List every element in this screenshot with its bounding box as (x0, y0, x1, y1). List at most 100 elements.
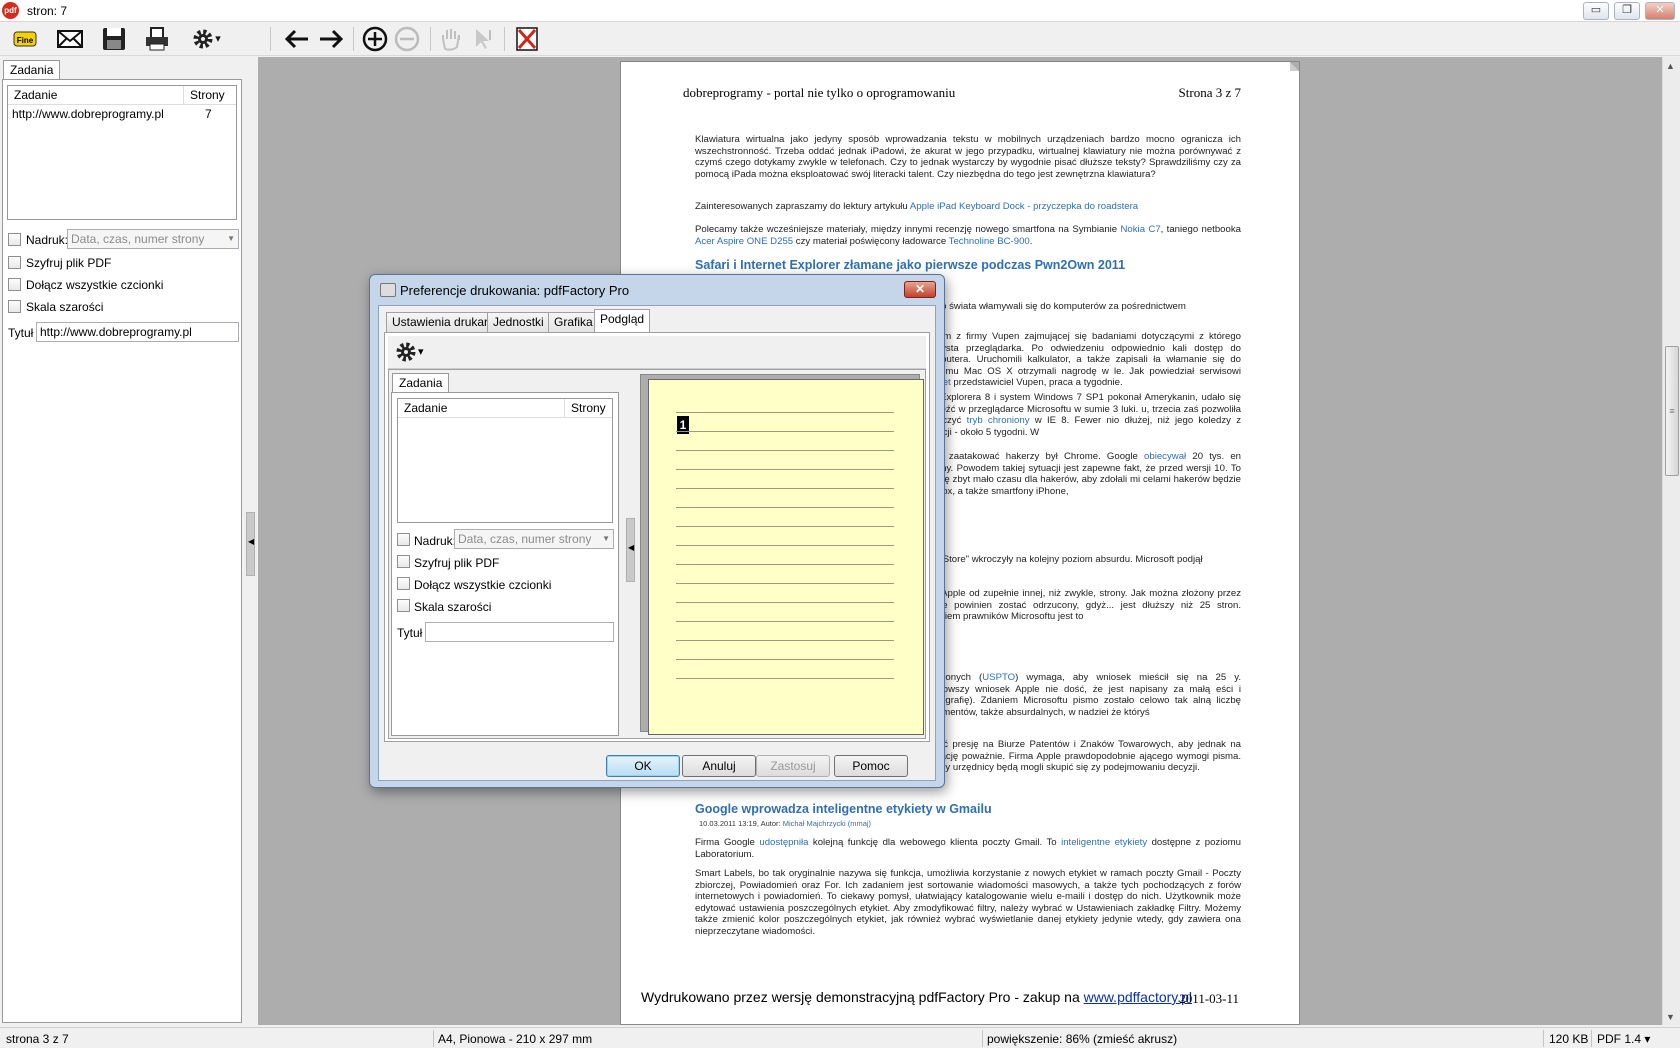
cancel-button[interactable]: Anuluj (682, 755, 756, 777)
settings-icon[interactable]: ▾ (185, 25, 227, 53)
imprint-select-value: Data, czas, numer strony (71, 232, 205, 246)
list-item[interactable]: http://www.dobreprogramy.pl 7 (8, 106, 236, 122)
close-window-button[interactable]: ✕ (1645, 2, 1675, 20)
nokia-link[interactable]: Nokia C7 (1121, 224, 1161, 235)
status-zoom: powiększenie: 86% (zmieść akrusz) (987, 1032, 1178, 1046)
article-link[interactable]: Apple iPad Keyboard Dock - przyczepka do… (910, 201, 1138, 212)
page-number-header: Strona 3 z 7 (1178, 85, 1241, 100)
encrypt-checkbox[interactable] (8, 256, 21, 269)
embed-fonts-label: Dołącz wszystkie czcionki (414, 578, 552, 592)
preview-line (676, 507, 894, 508)
jobs-panel-body: Zadanie Strony http://www.dobreprogramy.… (2, 79, 242, 1023)
zoom-out-icon[interactable] (392, 25, 422, 53)
printer-icon (380, 283, 396, 297)
tab-graphics[interactable]: Grafika (548, 312, 599, 332)
panel-splitter[interactable]: ◀ (246, 512, 255, 576)
technoline-link[interactable]: Technoline BC-900 (949, 236, 1030, 247)
paragraph-fragment: App Store" wkroczyły na kolejny poziom a… (923, 554, 1203, 565)
tab-jobs[interactable]: Zadania (3, 60, 61, 80)
embed-fonts-checkbox[interactable] (397, 577, 410, 590)
smart-labels-link[interactable]: inteligentne etykiety (1061, 837, 1147, 848)
column-header-task[interactable]: Zadanie (8, 86, 184, 105)
paragraph: Firma Google udostępniła kolejną funkcję… (695, 837, 1242, 860)
site-header: dobreprogramy - portal nie tylko o oprog… (683, 85, 956, 100)
minimize-button[interactable]: ▭ (1583, 2, 1609, 20)
grayscale-checkbox[interactable] (8, 300, 21, 313)
dialog-title: Preferencje drukowania: pdfFactory Pro (400, 283, 630, 298)
column-header-pages[interactable]: Strony (184, 86, 236, 105)
protected-mode-link[interactable]: tryb chroniony (967, 415, 1030, 426)
title-input[interactable] (425, 622, 614, 642)
preview-line (676, 583, 894, 584)
paragraph-fragment: ałego świata włamywali się do komputerów… (923, 301, 1186, 312)
settings-icon[interactable]: ▾ (394, 340, 436, 366)
paragraph-fragment: mieli zaatakować hakerzy był Chrome. Goo… (923, 451, 1241, 497)
article-heading[interactable]: Google wprowadza inteligentne etykiety w… (695, 802, 992, 816)
dialog-toolbar: ▾ (388, 336, 926, 369)
acer-link[interactable]: Acer Aspire ONE D255 (695, 236, 793, 247)
tab-printer-settings[interactable]: Ustawienia drukarki (386, 312, 503, 332)
title-label: Tytuł (8, 326, 34, 340)
collapse-arrow-icon: ◀ (248, 537, 255, 546)
toolbar-separator (270, 27, 271, 51)
page-header: Strona 3 z 7 dobreprogramy - portal nie t… (683, 85, 1241, 101)
toolbar-separator (430, 27, 431, 51)
chevron-down-icon: ▼ (227, 234, 235, 243)
preview-line (676, 431, 894, 432)
imprint-checkbox[interactable] (8, 233, 21, 246)
tab-preview[interactable]: Podgląd (594, 309, 651, 333)
preview-content: Zadania Zadanie Strony Nadruk: Data, cza… (388, 369, 926, 739)
preview-line (676, 526, 894, 527)
zoom-in-icon[interactable] (360, 25, 390, 53)
jobs-list[interactable]: Zadanie Strony http://www.dobreprogramy.… (7, 85, 237, 220)
vertical-scrollbar[interactable]: ▲ ≡ ▼ (1662, 57, 1680, 1025)
maximize-button[interactable]: ❐ (1614, 2, 1640, 20)
select-icon[interactable] (468, 25, 498, 53)
column-header-task[interactable]: Zadanie (398, 399, 565, 418)
paragraph: Smart Labels, bo tak oryginalnie nazywa … (695, 868, 1241, 937)
help-button[interactable]: Pomoc (834, 755, 908, 777)
grayscale-checkbox[interactable] (397, 599, 410, 612)
pdffactory-link[interactable]: www.pdffactory.pl (1084, 989, 1192, 1005)
dialog-jobs-list[interactable]: Zadanie Strony (397, 398, 613, 523)
apply-button[interactable]: Zastosuj (756, 755, 830, 777)
imprint-checkbox[interactable] (397, 533, 410, 546)
settings-dropdown-icon: ▾ (215, 33, 221, 45)
tab-units[interactable]: Jednostki (487, 312, 550, 332)
scroll-down-icon[interactable]: ▼ (1666, 1012, 1675, 1022)
pdf-version-select[interactable]: PDF 1.4 ▾ (1597, 1032, 1650, 1046)
imprint-select[interactable]: Data, czas, numer strony ▼ (454, 529, 614, 549)
author-link[interactable]: Michał Majchrzycki (mmaj) (783, 819, 871, 828)
ok-button[interactable]: OK (606, 755, 680, 777)
tab-jobs-dialog[interactable]: Zadania (392, 373, 450, 393)
encrypt-checkbox[interactable] (397, 555, 410, 568)
uspto-link[interactable]: USPTO (982, 672, 1015, 683)
title-input[interactable]: http://www.dobreprogramy.pl (36, 322, 239, 342)
jobs-panel: Zadania Zadanie Strony http://www.dobrep… (0, 57, 246, 1025)
fine-print-icon[interactable]: Fine (10, 25, 40, 53)
dialog-close-button[interactable]: ✕ (904, 281, 936, 298)
paragraph-fragment: nioczonych (USPTO) wymaga, aby wniosek m… (923, 672, 1241, 718)
print-icon[interactable] (142, 25, 172, 53)
email-icon[interactable] (55, 25, 85, 53)
hand-icon[interactable] (436, 25, 466, 53)
grayscale-label: Skala szarości (414, 600, 492, 614)
dialog-splitter[interactable]: ◀ (626, 518, 635, 582)
save-icon[interactable] (99, 25, 129, 53)
imprint-select[interactable]: Data, czas, numer strony ▼ (67, 229, 239, 249)
close-document-icon[interactable] (512, 25, 542, 53)
scroll-up-icon[interactable]: ▲ (1666, 61, 1675, 71)
window-title: stron: 7 (27, 4, 68, 18)
embed-fonts-checkbox[interactable] (8, 278, 21, 291)
promised-link[interactable]: obiecywał (1144, 451, 1186, 462)
article-heading[interactable]: Safari i Internet Explorer złamane jako … (695, 258, 1125, 272)
forward-arrow-icon[interactable] (316, 25, 346, 53)
shared-link[interactable]: udostępniła (759, 837, 808, 848)
page-preview-thumbnail[interactable]: 1 (648, 379, 924, 735)
back-arrow-icon[interactable] (282, 25, 312, 53)
preview-line (676, 412, 894, 413)
column-header-pages[interactable]: Strony (565, 399, 612, 418)
scrollbar-thumb[interactable]: ≡ (1665, 346, 1679, 476)
preview-line (676, 450, 894, 451)
paragraph-fragment: ki z Apple od zupełnie innej, niż zwykle… (923, 588, 1241, 622)
